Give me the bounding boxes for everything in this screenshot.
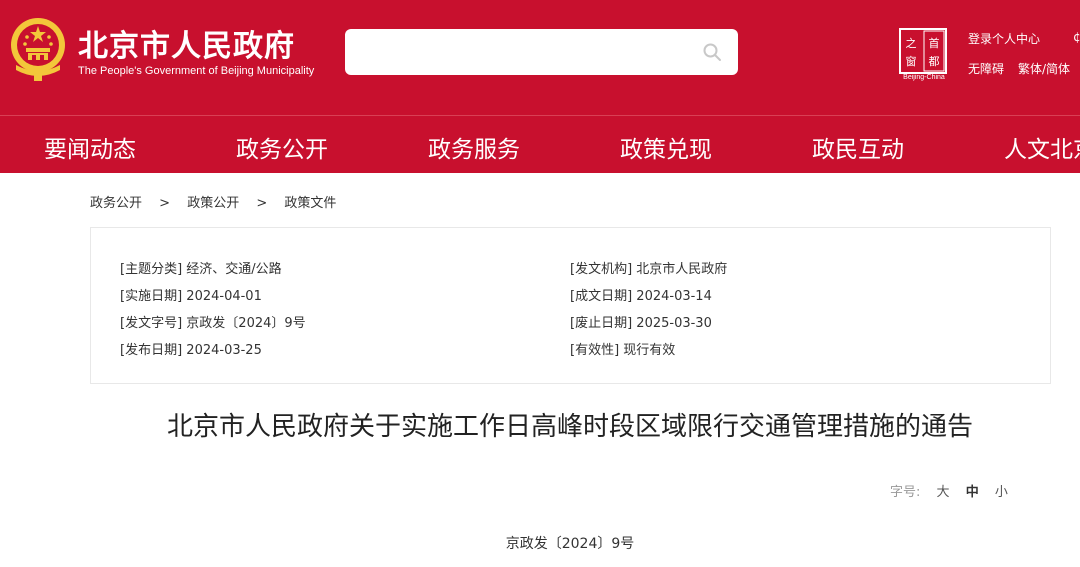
font-size-control: 字号: 大 中 小	[890, 481, 1008, 500]
info-label: [发布日期]	[120, 343, 183, 358]
nav-item-culture[interactable]: 人文北京	[1004, 130, 1080, 164]
info-publish-date: [发布日期] 2024-03-25	[120, 339, 262, 358]
capital-logo-side-chars: 之	[906, 36, 917, 50]
login-link[interactable]: 登录个人中心	[968, 30, 1040, 47]
nav-item-policy[interactable]: 政策兑现	[620, 130, 712, 164]
document-title: 北京市人民政府关于实施工作日高峰时段区域限行交通管理措施的通告	[166, 412, 973, 442]
info-label: [发文机构]	[570, 262, 633, 277]
info-doc-number: [发文字号] 京政发〔2024〕9号	[120, 312, 306, 331]
nav-item-news[interactable]: 要闻动态	[44, 130, 136, 164]
search-input[interactable]	[357, 29, 687, 75]
capital-logo-side-chars-2: 窗	[906, 54, 917, 68]
breadcrumb-item-policy-open[interactable]: 政策公开	[187, 196, 239, 211]
font-size-label: 字号:	[890, 485, 921, 500]
capital-logo-caption: Beijing-China	[903, 74, 945, 81]
info-label: [实施日期]	[120, 289, 183, 304]
font-size-small-button[interactable]: 小	[995, 485, 1008, 500]
search-icon[interactable]	[702, 42, 722, 62]
document-number: 京政发〔2024〕9号	[505, 536, 635, 552]
site-header: 北京市人民政府 The People's Government of Beiji…	[0, 0, 1080, 115]
info-value: 2024-03-14	[636, 289, 712, 304]
document-info-box: [主题分类] 经济、交通/公路 [实施日期] 2024-04-01 [发文字号]…	[90, 227, 1051, 384]
info-value: 北京市人民政府	[636, 262, 728, 277]
font-size-medium-button[interactable]: 中	[966, 485, 979, 500]
info-validity: [有效性] 现行有效	[570, 339, 675, 358]
info-value: 经济、交通/公路	[186, 262, 282, 277]
info-label: [废止日期]	[570, 316, 633, 331]
info-label: [主题分类]	[120, 262, 183, 277]
info-issuer: [发文机构] 北京市人民政府	[570, 258, 727, 277]
capital-logo-top-chars: 首	[929, 36, 940, 50]
font-size-large-button[interactable]: 大	[937, 485, 950, 500]
site-subtitle: The People's Government of Beijing Munic…	[78, 65, 315, 77]
info-expiry-date: [废止日期] 2025-03-30	[570, 312, 712, 331]
header-edge-link[interactable]: ¢	[1073, 30, 1080, 44]
info-value: 京政发〔2024〕9号	[186, 316, 306, 331]
info-written-date: [成文日期] 2024-03-14	[570, 285, 712, 304]
main-nav: 要闻动态 政务公开 政务服务 政策兑现 政民互动 人文北京	[0, 115, 1080, 173]
info-label: [成文日期]	[570, 289, 633, 304]
info-topic: [主题分类] 经济、交通/公路	[120, 258, 282, 277]
nav-item-interaction[interactable]: 政民互动	[812, 130, 904, 164]
search-box	[345, 29, 738, 75]
breadcrumb: 政务公开 > 政策公开 > 政策文件	[90, 192, 336, 211]
breadcrumb-item-policy-docs[interactable]: 政策文件	[284, 196, 336, 211]
breadcrumb-item-open-gov[interactable]: 政务公开	[90, 196, 142, 211]
national-emblem-icon	[11, 18, 65, 81]
info-value: 现行有效	[623, 343, 676, 358]
breadcrumb-separator: >	[159, 196, 171, 211]
info-value: 2024-03-25	[186, 343, 262, 358]
info-value: 2025-03-30	[636, 316, 712, 331]
info-label: [发文字号]	[120, 316, 183, 331]
info-effective-date: [实施日期] 2024-04-01	[120, 285, 262, 304]
capital-logo-top-chars-2: 都	[929, 55, 940, 68]
traditional-simplified-toggle[interactable]: 繁体/简体	[1018, 60, 1070, 77]
breadcrumb-separator: >	[256, 196, 268, 211]
nav-item-services[interactable]: 政务服务	[428, 130, 520, 164]
accessibility-link[interactable]: 无障碍	[968, 60, 1004, 77]
info-value: 2024-04-01	[186, 289, 262, 304]
site-title[interactable]: 北京市人民政府	[78, 21, 295, 65]
info-label: [有效性]	[570, 343, 620, 358]
nav-item-open-gov[interactable]: 政务公开	[236, 130, 328, 164]
